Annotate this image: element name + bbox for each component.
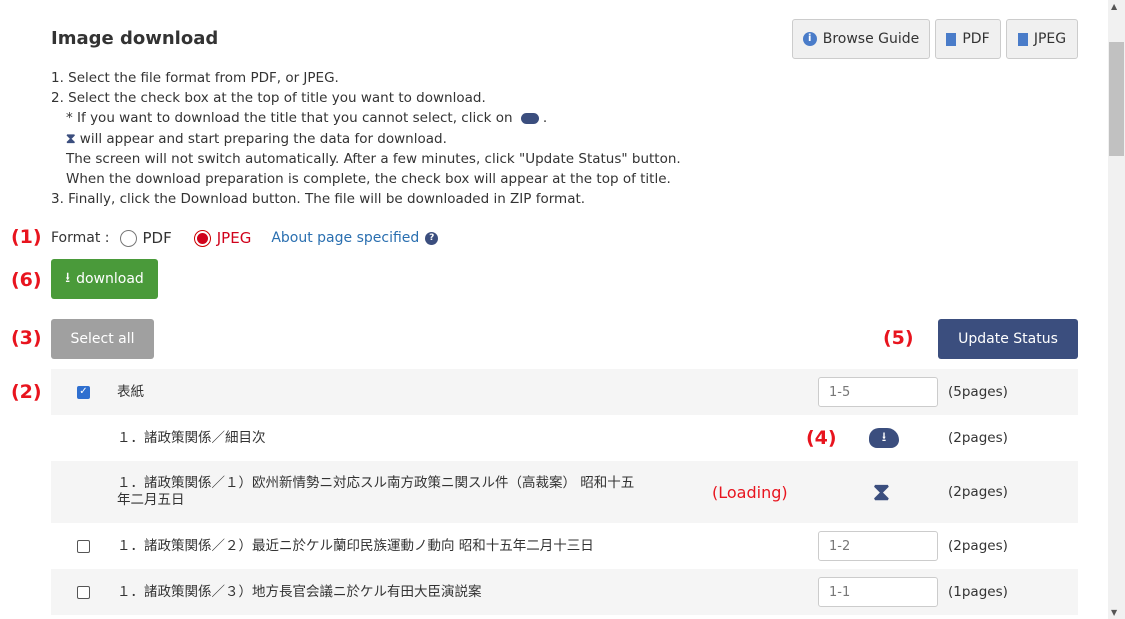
scrollbar-thumb[interactable] — [1109, 42, 1124, 156]
page-title: Image download — [51, 28, 219, 49]
table-row: １．諸政策関係／２）最近ニ於ケル蘭印民族運動ノ動向 昭和十五年二月十三日 (2p… — [51, 523, 1078, 569]
table-row: ✓ 表紙 (5pages) — [51, 369, 1078, 415]
about-page-link[interactable]: About page specified — [271, 230, 419, 246]
jpeg-button[interactable]: JPEG — [1006, 19, 1078, 59]
file-image-icon — [1017, 32, 1028, 46]
page-range-input[interactable] — [818, 577, 938, 607]
format-selector: Format : PDF JPEG About page specified ? — [51, 229, 439, 247]
annotation-6: (6) — [11, 269, 42, 291]
annotation-3: (3) — [11, 327, 42, 349]
update-status-button[interactable]: Update Status — [938, 319, 1078, 359]
help-icon[interactable]: ? — [425, 231, 439, 245]
pdf-button[interactable]: PDF — [935, 19, 1001, 59]
instructions: 1. Select the file format from PDF, or J… — [51, 70, 681, 208]
row-checkbox[interactable]: ✓ — [77, 385, 90, 399]
annotation-1: (1) — [11, 226, 42, 248]
scroll-up-arrow[interactable]: ▲ — [1111, 2, 1117, 11]
loading-annotation: (Loading) — [712, 482, 788, 502]
jpeg-radio[interactable] — [193, 229, 211, 247]
download-icon: ⭳ — [65, 270, 71, 286]
file-pdf-icon — [946, 32, 957, 46]
page-range-input[interactable] — [818, 377, 938, 407]
scroll-down-arrow[interactable]: ▼ — [1111, 608, 1117, 617]
table-row: １．諸政策関係／細目次 (4) ⭳ (2pages) — [117, 427, 1008, 449]
info-icon: i — [802, 32, 817, 46]
table-row: １．諸政策関係／３）地方長官会議ニ於ケル有田大臣演説案 (1pages) — [51, 569, 1078, 615]
pdf-radio[interactable] — [119, 229, 137, 247]
cloud-download-icon[interactable]: ⭳ — [869, 428, 899, 448]
table-row: １．諸政策関係／１）欧州新情勢ニ対応スル南方政策ニ関スル件（高裁案） 昭和十五年… — [51, 461, 1078, 523]
annotation-5: (5) — [883, 327, 914, 349]
cloud-download-icon — [520, 112, 539, 124]
download-button[interactable]: ⭳ download — [51, 259, 158, 299]
annotation-2: (2) — [11, 381, 42, 403]
row-checkbox[interactable] — [77, 539, 90, 553]
hourglass-icon: ⧗ — [873, 478, 890, 506]
annotation-4: (4) — [806, 427, 837, 449]
browse-guide-button[interactable]: i Browse Guide — [792, 19, 930, 59]
scrollbar[interactable]: ▲ ▼ — [1108, 0, 1125, 619]
page-range-input[interactable] — [818, 531, 938, 561]
select-all-button[interactable]: Select all — [51, 319, 154, 359]
row-checkbox[interactable] — [77, 585, 90, 599]
hourglass-icon: ⧗ — [66, 130, 76, 147]
